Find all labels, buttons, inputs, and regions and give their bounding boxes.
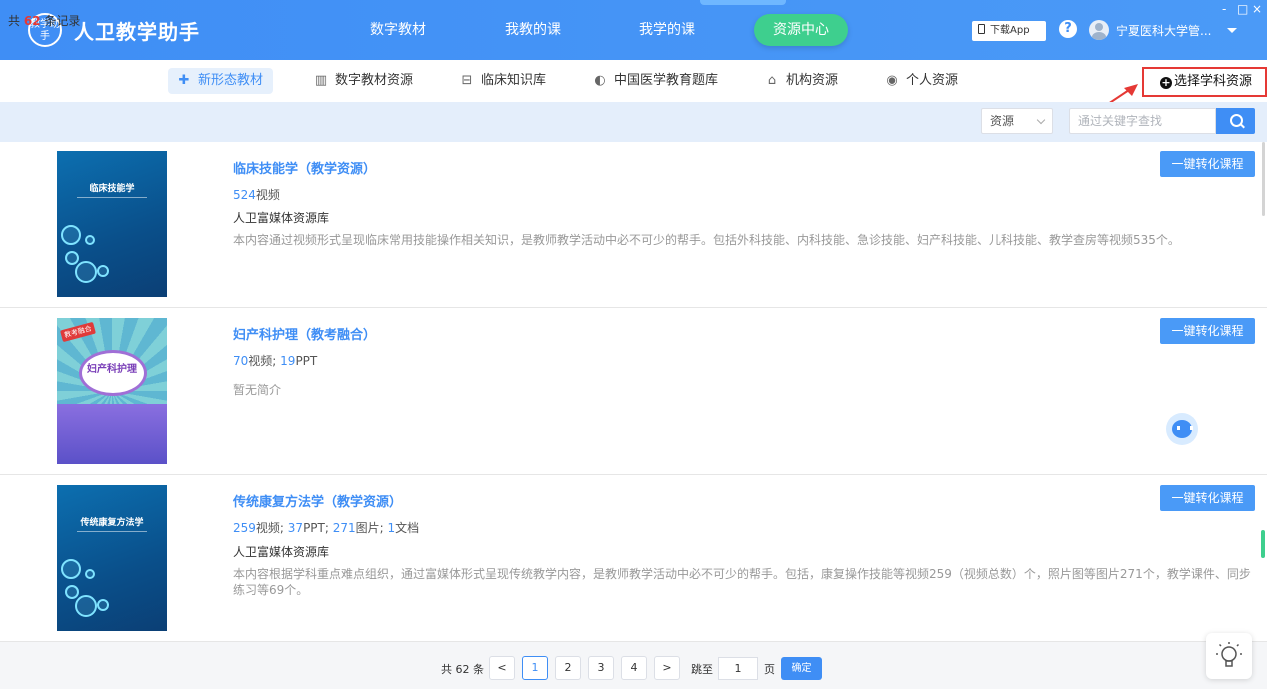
avatar[interactable] (1089, 20, 1109, 40)
book-cover[interactable]: 妇产科护理 教考融合 (57, 318, 167, 464)
item-source: 人卫富媒体资源库 (233, 545, 330, 559)
tab-new-form-textbook[interactable]: ✚ 新形态教材 (168, 68, 274, 94)
convert-course-button[interactable]: 一键转化课程 (1160, 318, 1255, 344)
item-description: 本内容根据学科重点难点组织，通过富媒体形式呈现传统教学内容，是教师教学活动中必不… (233, 567, 1251, 597)
convert-course-button[interactable]: 一键转化课程 (1160, 151, 1255, 177)
item-stats: 259视频; 37PPT; 271图片; 1文档 (233, 521, 420, 535)
app-title: 人卫教学助手 (74, 20, 200, 44)
item-description: 暂无简介 (233, 383, 282, 397)
list-item: 临床技能学 临床技能学（教学资源） 524视频 人卫富媒体资源库 本内容通过视频… (0, 142, 1267, 308)
plus-circle-icon: + (1160, 76, 1172, 89)
top-bar: 教学助手 人卫教学助手 数字教材 我教的课 我学的课 资源中心 下载App ? … (0, 0, 1267, 60)
jump-confirm-button[interactable]: 确定 (781, 657, 822, 680)
item-title[interactable]: 妇产科护理（教考融合） (233, 324, 376, 343)
tab-clinical-knowledge[interactable]: ⊟ 临床知识库 (451, 68, 556, 94)
book-cover[interactable]: 传统康复方法学 (57, 485, 167, 631)
prev-page-button[interactable]: < (489, 656, 515, 680)
chevron-down-icon[interactable] (1227, 28, 1237, 33)
item-title[interactable]: 传统康复方法学（教学资源） (233, 491, 402, 510)
tab-institution-resources[interactable]: ⌂ 机构资源 (756, 68, 848, 94)
chevron-down-icon (1036, 115, 1046, 125)
nav-indicator (700, 0, 786, 5)
nav-my-learning[interactable]: 我学的课 (624, 14, 710, 46)
nav-my-teaching[interactable]: 我教的课 (490, 14, 576, 46)
list-item: 妇产科护理 教考融合 妇产科护理（教考融合） 70视频; 19PPT 暂无简介 … (0, 308, 1267, 475)
next-page-button[interactable]: > (654, 656, 680, 680)
nav-resource-center[interactable]: 资源中心 (754, 14, 848, 46)
download-app-button[interactable]: 下载App (972, 21, 1046, 41)
jump-label: 跳至 (691, 663, 713, 676)
type-select[interactable]: 资源 (981, 108, 1053, 134)
chatbot-icon[interactable] (1166, 413, 1198, 445)
item-description: 本内容通过视频形式呈现临床常用技能操作相关知识，是教师教学活动中必不可少的帮手。… (233, 233, 1180, 247)
scrollbar-thumb[interactable] (1261, 530, 1265, 558)
search-button[interactable] (1216, 108, 1255, 134)
person-icon: ◉ (886, 73, 898, 88)
nav-digital-textbook[interactable]: 数字教材 (355, 14, 441, 46)
minimize-icon[interactable]: - (1222, 2, 1226, 16)
scrollbar-track[interactable] (1262, 142, 1265, 216)
select-subject-button[interactable]: + 选择学科资源 (1142, 67, 1267, 97)
maximize-icon[interactable]: □ (1237, 2, 1248, 16)
page-button-3[interactable]: 3 (588, 656, 614, 680)
tab-question-bank[interactable]: ◐ 中国医学教育题库 (584, 68, 728, 94)
institution-icon: ⌂ (767, 73, 777, 88)
page-button-1[interactable]: 1 (522, 656, 548, 680)
close-icon[interactable]: × (1252, 2, 1262, 16)
convert-course-button[interactable]: 一键转化课程 (1160, 485, 1255, 511)
page-label: 页 (764, 663, 775, 676)
book-icon: ▥ (314, 73, 328, 88)
list-item: 传统康复方法学 传统康复方法学（教学资源） 259视频; 37PPT; 271图… (0, 475, 1267, 642)
item-title[interactable]: 临床技能学（教学资源） (233, 158, 376, 177)
book-cover[interactable]: 临床技能学 (57, 151, 167, 297)
tab-personal-resources[interactable]: ◉ 个人资源 (876, 68, 968, 94)
item-stats: 524视频 (233, 188, 280, 202)
item-source: 人卫富媒体资源库 (233, 211, 330, 225)
medkit-icon: ✚ (178, 73, 190, 88)
phone-icon (978, 24, 985, 34)
record-count: 共 62 条记录 (8, 14, 81, 28)
bed-icon: ⊟ (461, 73, 473, 88)
pagination-total: 共 62 条 (441, 663, 484, 676)
item-stats: 70视频; 19PPT (233, 354, 318, 368)
help-icon[interactable]: ? (1059, 20, 1077, 38)
page-button-2[interactable]: 2 (555, 656, 581, 680)
page-button-4[interactable]: 4 (621, 656, 647, 680)
tab-digital-resources[interactable]: ▥ 数字教材资源 (305, 68, 423, 94)
jump-page-input[interactable]: 1 (718, 657, 758, 680)
username[interactable]: 宁夏医科大学管... (1116, 22, 1211, 39)
lightbulb-icon[interactable] (1206, 633, 1252, 679)
pill-icon: ◐ (594, 73, 606, 88)
search-input[interactable] (1069, 108, 1216, 134)
